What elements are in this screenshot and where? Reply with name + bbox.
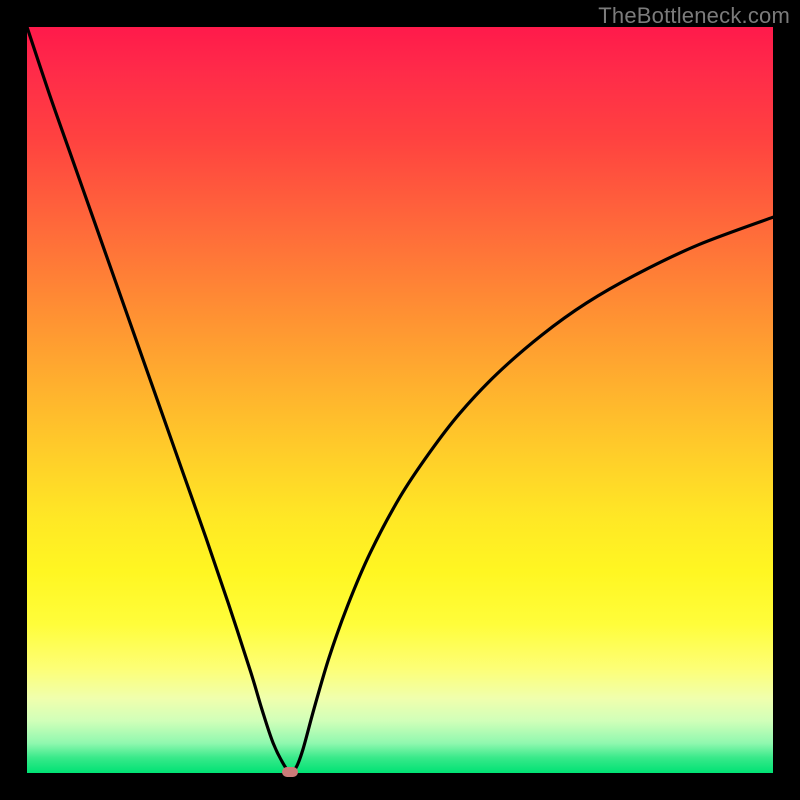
plot-area: [27, 27, 773, 773]
bottleneck-curve: [27, 27, 773, 772]
minimum-marker: [282, 767, 298, 777]
chart-frame: TheBottleneck.com: [0, 0, 800, 800]
curve-svg: [27, 27, 773, 773]
watermark-text: TheBottleneck.com: [598, 3, 790, 29]
